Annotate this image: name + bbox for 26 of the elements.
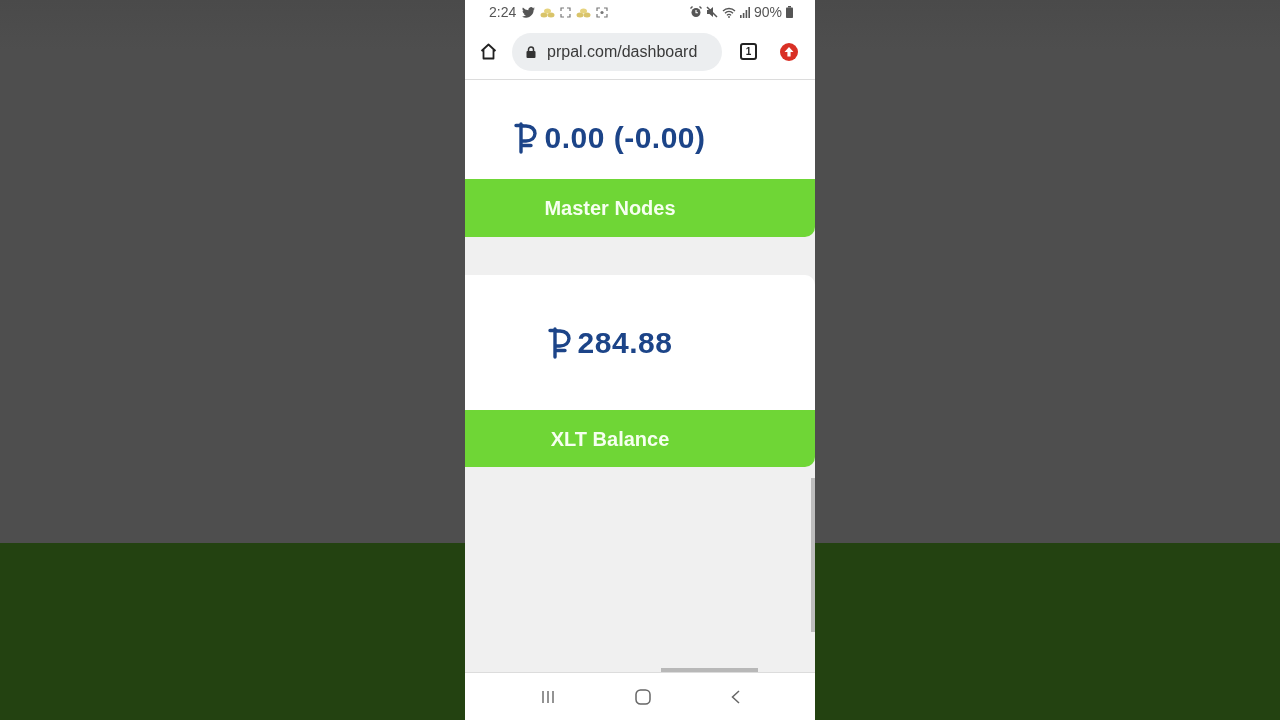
currency-sign-icon xyxy=(547,326,572,359)
tab-count-button[interactable]: 1 xyxy=(740,43,757,60)
signal-icon xyxy=(739,6,750,18)
recent-apps-icon[interactable] xyxy=(540,689,555,704)
balance-value: 0.00 (-0.00) xyxy=(544,122,706,153)
home-icon[interactable] xyxy=(480,43,497,60)
alarm-clock-icon xyxy=(689,6,702,18)
lock-icon xyxy=(526,45,536,58)
screenshot-icon xyxy=(596,6,609,18)
wifi-icon xyxy=(721,6,736,18)
back-icon[interactable] xyxy=(730,689,740,704)
card-label: XLT Balance xyxy=(550,428,670,449)
battery-icon xyxy=(786,6,793,18)
url-text: prpal.com/dashboard xyxy=(547,43,698,60)
currency-sign-icon xyxy=(514,121,539,154)
bird-icon xyxy=(522,6,536,18)
mute-icon xyxy=(705,6,718,18)
battery-percent: 90% xyxy=(753,5,782,19)
home-button-icon[interactable] xyxy=(634,688,651,705)
status-time: 2:24 xyxy=(489,5,517,19)
card-label: Master Nodes xyxy=(544,198,676,218)
balance-value: 284.88 xyxy=(577,327,673,358)
coins-icon xyxy=(540,6,556,18)
coins-icon xyxy=(576,6,592,18)
url-field[interactable]: prpal.com/dashboard xyxy=(512,32,722,71)
expand-icon xyxy=(560,6,572,18)
